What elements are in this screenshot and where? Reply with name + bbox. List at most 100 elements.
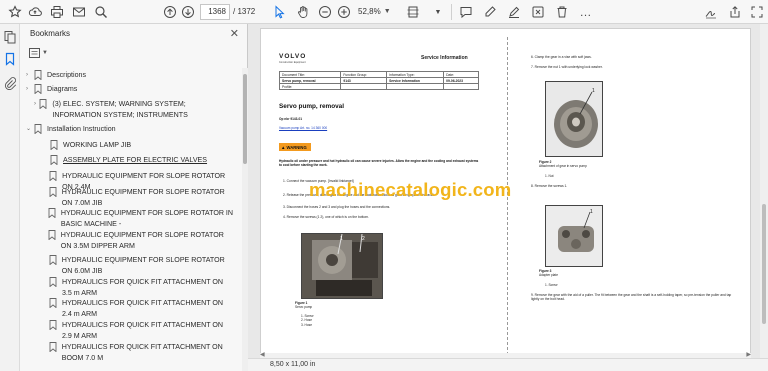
bookmarks-icon[interactable] <box>3 52 17 66</box>
step-item: 3. Disconnect the hoses 2 and 3 and plug… <box>283 205 391 209</box>
bookmark-item[interactable]: HYDRAULICS FOR QUICK FIT ATTACHMENT ON 3… <box>42 277 234 298</box>
bookmark-item[interactable]: HYDRAULICS FOR QUICK FIT ATTACHMENT ON 2… <box>42 298 234 319</box>
bookmark-item[interactable]: › Diagrams <box>26 84 234 95</box>
delete-icon[interactable] <box>555 3 569 21</box>
table-cell <box>386 83 445 90</box>
close-icon[interactable]: ✕ <box>230 27 239 40</box>
warning-label: WARNING <box>286 144 307 150</box>
step-item: 4. Remove the screws (1 2), one of which… <box>283 215 369 219</box>
svg-text:1: 1 <box>592 88 595 94</box>
bookmark-item[interactable]: HYDRAULIC EQUIPMENT FOR SLOPE ROTATOR ON… <box>42 255 234 276</box>
bookmark-item[interactable]: ⌄ Installation Instruction <box>26 124 234 135</box>
scroll-right-icon[interactable]: ▶ <box>746 351 751 358</box>
pen-icon[interactable] <box>483 3 497 21</box>
main-toolbar: 1368 / 1372 52,8% ▼ ▼ … <box>0 0 768 24</box>
next-page-icon[interactable] <box>181 3 195 21</box>
page-size-label: 8,50 x 11,00 in <box>270 361 316 368</box>
expand-chevron-icon[interactable]: › <box>26 70 34 81</box>
figure1-subtitle: Servo pump <box>295 305 313 310</box>
chevron-down-icon[interactable]: ▼ <box>431 3 445 21</box>
step-item: 8. Remove the screws 1. <box>531 184 568 188</box>
figure2-subtitle: Attachment of gear in servo pump <box>539 164 587 169</box>
bookmark-item[interactable]: HYDRAULICS FOR QUICK FIT ATTACHMENT ON 2… <box>42 320 234 341</box>
tool-link[interactable]: Vacuum pump Art. no. 14 360 000 <box>279 126 327 130</box>
figure3-legend: 1. Screw <box>545 283 557 287</box>
attachment-icon[interactable] <box>3 76 17 90</box>
bookmark-label: HYDRAULIC EQUIPMENT FOR SLOPE ROTATOR ON… <box>61 256 225 275</box>
bookmark-label: HYDRAULIC EQUIPMENT FOR SLOPE ROTATOR ON… <box>60 231 224 250</box>
bookmark-item[interactable]: HYDRAULICS FOR QUICK FIT ATTACHMENT ON B… <box>42 342 234 363</box>
share-icon[interactable] <box>728 3 742 21</box>
toolbar-divider <box>451 4 452 20</box>
document-info-table: Document Title: Function Group: Informatio… <box>278 71 479 90</box>
figure1-legend: 1. Screw 2. Hose 3. Hose <box>301 314 313 327</box>
bookmark-label: Descriptions <box>47 71 87 79</box>
warning-text: Hydraulic oil under pressure and hot hyd… <box>279 159 479 168</box>
zoom-in-icon[interactable] <box>337 3 351 21</box>
bookmark-item[interactable]: HYDRAULIC EQUIPMENT FOR SLOPE ROTATOR IN… <box>42 208 234 229</box>
bookmark-icon <box>49 255 57 266</box>
step-item: 7. Remove the nut 1 with underlying lock… <box>531 65 603 69</box>
bookmark-icon <box>49 187 57 198</box>
bookmark-item[interactable]: WORKING LAMP JIB <box>42 140 234 151</box>
bookmark-options-button[interactable]: ▼ <box>29 48 48 58</box>
document-viewer: VOLVO Construction Equipment Service Inf… <box>248 24 768 371</box>
bookmark-icon <box>48 208 56 219</box>
hand-tool-icon[interactable] <box>296 3 310 21</box>
legend-item: 3. Hose <box>301 322 312 327</box>
expand-chevron-icon[interactable]: ⌄ <box>26 124 34 135</box>
legend-item: 1. Nut <box>545 174 554 178</box>
more-icon[interactable]: … <box>579 3 593 21</box>
highlight-icon[interactable] <box>507 3 521 21</box>
table-row: Profile: <box>278 83 479 90</box>
bookmark-icon <box>49 277 57 288</box>
operation-number: Op nbr 9143-01 <box>279 117 303 121</box>
panel-title: Bookmarks <box>30 29 71 38</box>
search-icon[interactable] <box>94 3 108 21</box>
bookmark-item[interactable]: › (3) ELEC. SYSTEM; WARNING SYSTEM; INFOR… <box>34 99 234 120</box>
sign-icon[interactable] <box>704 3 718 21</box>
expand-chevron-icon[interactable]: › <box>26 84 34 95</box>
select-cursor-icon[interactable] <box>272 3 286 21</box>
page-number-input[interactable]: 1368 <box>200 4 230 20</box>
zoom-level-select[interactable]: 52,8% ▼ <box>358 4 394 20</box>
bookmark-label: WORKING LAMP JIB <box>63 141 132 149</box>
upload-cloud-icon[interactable] <box>28 3 42 21</box>
bookmark-item[interactable]: › Descriptions <box>26 70 234 81</box>
bookmark-icon <box>34 84 42 95</box>
bookmark-item[interactable]: ASSEMBLY PLATE FOR ELECTRIC VALVES <box>42 155 234 166</box>
print-icon[interactable] <box>50 3 64 21</box>
bookmark-label: (3) ELEC. SYSTEM; WARNING SYSTEM; INFORM… <box>52 100 188 119</box>
servo-pump-photo: 1 2 <box>301 233 383 299</box>
zoom-out-icon[interactable] <box>318 3 332 21</box>
status-bar: 8,50 x 11,00 in <box>248 358 768 371</box>
pdf-page: VOLVO Construction Equipment Service Inf… <box>260 28 751 358</box>
bookmark-icon <box>34 70 42 81</box>
legend-item: 1. Screw <box>545 283 558 287</box>
bookmark-label: HYDRAULIC EQUIPMENT FOR SLOPE ROTATOR ON… <box>61 188 225 207</box>
stamp-icon[interactable] <box>531 3 545 21</box>
bookmark-item[interactable]: HYDRAULIC EQUIPMENT FOR SLOPE ROTATOR ON… <box>42 187 234 208</box>
bookmark-label: Diagrams <box>47 85 78 93</box>
fit-page-icon[interactable] <box>404 3 422 21</box>
expand-icon[interactable] <box>750 3 764 21</box>
scroll-left-icon[interactable]: ◀ <box>260 351 265 358</box>
bookmark-item[interactable]: HYDRAULIC EQUIPMENT FOR SLOPE ROTATOR ON… <box>42 230 234 251</box>
email-icon[interactable] <box>72 3 86 21</box>
figure1-caption: Figure 1 Servo pump <box>295 301 312 310</box>
figure3-caption: Figure 3 Adapter plate <box>539 269 558 278</box>
previous-page-icon[interactable] <box>163 3 177 21</box>
bookmark-label: Installation Instruction <box>47 125 116 133</box>
page-heading: Servo pump, removal <box>279 103 344 110</box>
bookmark-add-icon[interactable] <box>8 3 22 21</box>
options-list-icon <box>29 48 40 58</box>
scroll-thumb[interactable] <box>243 74 247 164</box>
vertical-scrollbar[interactable] <box>760 24 768 358</box>
bookmark-icon <box>49 342 57 353</box>
bookmark-icon <box>48 230 56 241</box>
bookmark-label: ASSEMBLY PLATE FOR ELECTRIC VALVES <box>63 156 208 164</box>
comment-icon[interactable] <box>459 3 473 21</box>
scroll-thumb[interactable] <box>762 204 766 324</box>
page-thumbnails-icon[interactable] <box>3 30 17 44</box>
step-item: 6. Clamp the gear in a vise with soft ja… <box>531 55 592 59</box>
